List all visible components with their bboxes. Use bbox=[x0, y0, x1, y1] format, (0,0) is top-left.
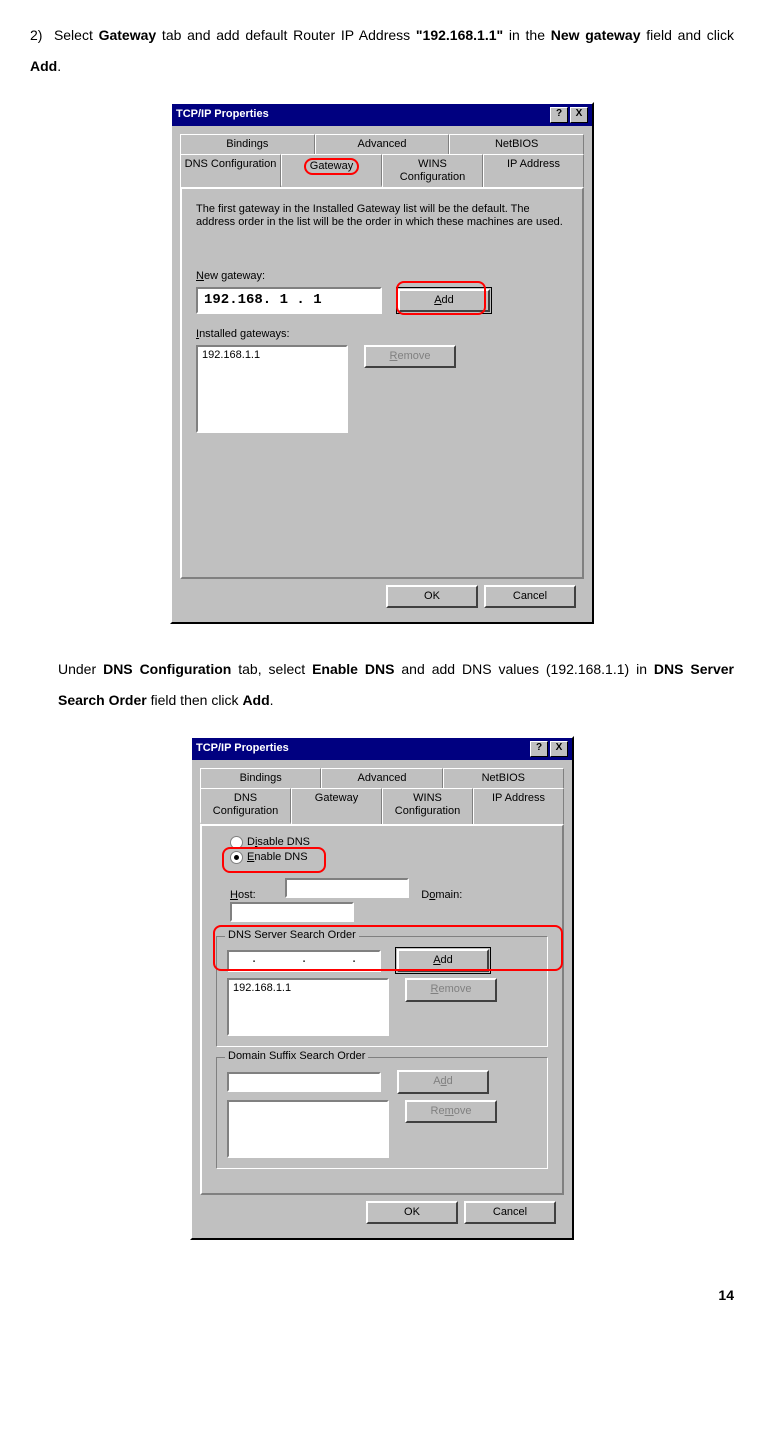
tab-ip-address[interactable]: IP Address bbox=[473, 788, 564, 823]
domain-label: Domain: bbox=[421, 889, 473, 902]
page-number: 14 bbox=[30, 1280, 734, 1311]
dialog-title: TCP/IP Properties bbox=[176, 108, 269, 121]
dns-search-order-group: DNS Server Search Order ... Add 192.168.… bbox=[216, 936, 548, 1047]
tab-netbios[interactable]: NetBIOS bbox=[443, 768, 564, 788]
tcpip-properties-dialog-gateway: TCP/IP Properties ? X Bindings Advanced … bbox=[170, 102, 594, 625]
titlebar: TCP/IP Properties ? X bbox=[172, 104, 592, 126]
help-button[interactable]: ? bbox=[550, 107, 568, 123]
tab-advanced[interactable]: Advanced bbox=[315, 134, 450, 154]
close-button[interactable]: X bbox=[550, 741, 568, 757]
tab-dns-config[interactable]: DNS Configuration bbox=[200, 788, 291, 823]
dialog-title: TCP/IP Properties bbox=[196, 742, 289, 755]
domain-input[interactable] bbox=[230, 902, 354, 922]
cancel-button[interactable]: Cancel bbox=[484, 585, 576, 608]
gateway-description: The first gateway in the Installed Gatew… bbox=[196, 203, 568, 229]
dns-search-order-label: DNS Server Search Order bbox=[225, 929, 359, 942]
tab-wins-config[interactable]: WINS Configuration bbox=[382, 788, 473, 823]
dns-add-button[interactable]: Add bbox=[397, 949, 489, 972]
new-gateway-input[interactable]: 192.168. 1 . 1 bbox=[196, 287, 382, 314]
list-item[interactable]: 192.168.1.1 bbox=[202, 349, 342, 362]
radio-icon bbox=[230, 851, 243, 864]
tab-gateway[interactable]: Gateway bbox=[291, 788, 382, 823]
remove-button[interactable]: Remove bbox=[364, 345, 456, 368]
close-button[interactable]: X bbox=[570, 107, 588, 123]
help-button[interactable]: ? bbox=[530, 741, 548, 757]
instruction-step-2: 2) Select Gateway tab and add default Ro… bbox=[30, 20, 734, 82]
tab-gateway[interactable]: Gateway bbox=[281, 154, 382, 187]
host-input[interactable] bbox=[285, 878, 409, 898]
add-button[interactable]: Add bbox=[398, 289, 490, 312]
suffix-input[interactable] bbox=[227, 1072, 381, 1092]
dns-list[interactable]: 192.168.1.1 bbox=[227, 978, 389, 1036]
list-item[interactable]: 192.168.1.1 bbox=[233, 982, 383, 995]
tab-wins-config[interactable]: WINS Configuration bbox=[382, 154, 483, 187]
ok-button[interactable]: OK bbox=[386, 585, 478, 608]
step-number: 2) bbox=[30, 27, 42, 43]
tab-netbios[interactable]: NetBIOS bbox=[449, 134, 584, 154]
enable-dns-radio[interactable]: Enable DNS bbox=[230, 851, 548, 864]
installed-gateways-label: Installed gateways: bbox=[196, 328, 568, 341]
suffix-list[interactable] bbox=[227, 1100, 389, 1158]
titlebar: TCP/IP Properties ? X bbox=[192, 738, 572, 760]
host-label: Host: bbox=[230, 889, 282, 902]
suffix-add-button[interactable]: Add bbox=[397, 1070, 489, 1093]
tab-dns-config[interactable]: DNS Configuration bbox=[180, 154, 281, 187]
ok-button[interactable]: OK bbox=[366, 1201, 458, 1224]
tab-advanced[interactable]: Advanced bbox=[321, 768, 442, 788]
tab-bindings[interactable]: Bindings bbox=[180, 134, 315, 154]
tcpip-properties-dialog-dns: TCP/IP Properties ? X Bindings Advanced … bbox=[190, 736, 574, 1240]
dns-remove-button[interactable]: Remove bbox=[405, 978, 497, 1001]
tab-ip-address[interactable]: IP Address bbox=[483, 154, 584, 187]
domain-suffix-label: Domain Suffix Search Order bbox=[225, 1050, 368, 1063]
gateway-highlight: Gateway bbox=[304, 158, 359, 175]
disable-dns-radio[interactable]: Disable DNS bbox=[230, 836, 548, 849]
tab-bindings[interactable]: Bindings bbox=[200, 768, 321, 788]
radio-icon bbox=[230, 836, 243, 849]
installed-gateways-list[interactable]: 192.168.1.1 bbox=[196, 345, 348, 433]
cancel-button[interactable]: Cancel bbox=[464, 1201, 556, 1224]
instruction-dns: Under DNS Configuration tab, select Enab… bbox=[58, 654, 734, 716]
suffix-remove-button[interactable]: Remove bbox=[405, 1100, 497, 1123]
new-gateway-label: NNew gateway:ew gateway: bbox=[196, 270, 568, 283]
domain-suffix-group: Domain Suffix Search Order Add Remove bbox=[216, 1057, 548, 1168]
dns-ip-input[interactable]: ... bbox=[227, 950, 381, 972]
